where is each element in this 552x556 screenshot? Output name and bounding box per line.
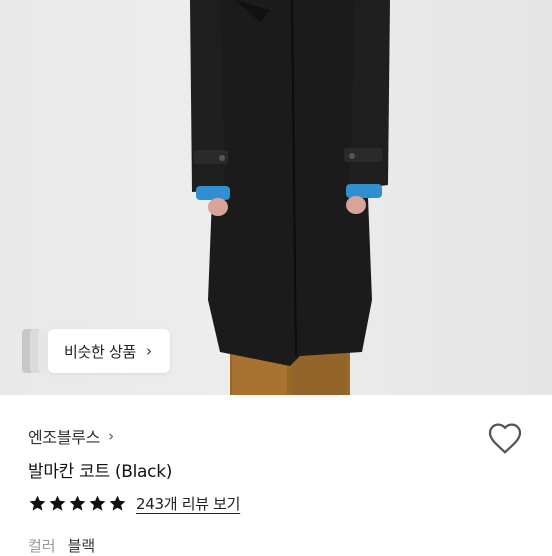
similar-products-button[interactable]: 비슷한 상품 ›: [22, 329, 170, 373]
star-rating: [28, 494, 128, 513]
star-icon: [68, 494, 87, 513]
star-icon: [88, 494, 107, 513]
rating-row: 243개 리뷰 보기: [28, 493, 240, 514]
brand-name: 엔조블루스: [28, 428, 101, 447]
heart-outline-icon[interactable]: [487, 421, 523, 455]
star-icon: [108, 494, 127, 513]
chevron-right-icon: ›: [145, 342, 152, 360]
product-title: 발마칸 코트 (Black): [28, 462, 173, 482]
similar-products-label: 비슷한 상품: [64, 342, 136, 361]
chevron-right-icon: ›: [108, 427, 115, 445]
color-option: 컬러 블랙: [28, 535, 95, 556]
review-link[interactable]: 243개 리뷰 보기: [136, 493, 240, 514]
brand-link[interactable]: 엔조블루스 ›: [28, 424, 114, 448]
similar-products-chip[interactable]: 비슷한 상품 ›: [48, 329, 170, 373]
star-icon: [28, 494, 47, 513]
star-icon: [48, 494, 67, 513]
option-label: 컬러: [28, 537, 56, 555]
similar-thumbnails: [22, 329, 52, 373]
option-value: 블랙: [67, 537, 96, 555]
